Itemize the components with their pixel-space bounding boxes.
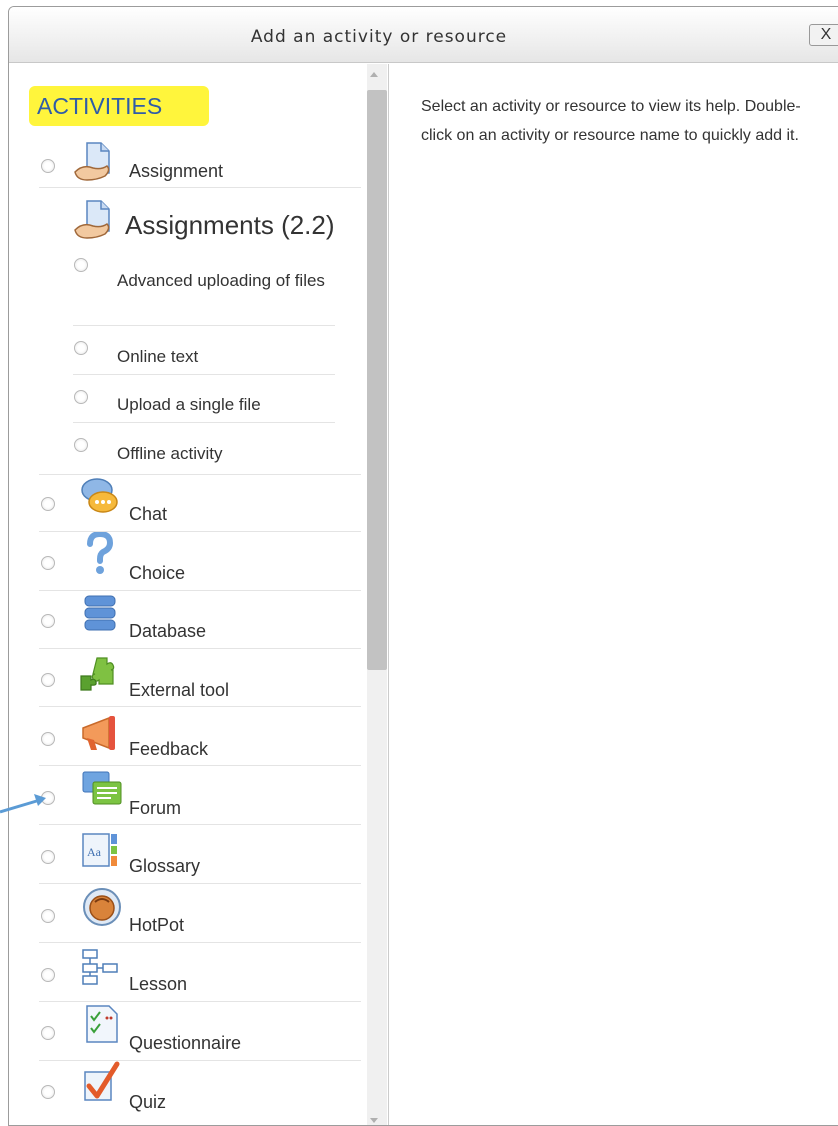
feedback-icon (82, 716, 115, 750)
radio-upload-single-file[interactable] (74, 390, 88, 404)
advanced-uploading-text: Advanced uploading of files (117, 271, 325, 290)
divider (39, 824, 361, 825)
radio-quiz[interactable] (41, 1085, 55, 1099)
radio-chat[interactable] (41, 497, 55, 511)
divider (39, 883, 361, 884)
quiz-icon (84, 1061, 120, 1101)
divider (39, 590, 361, 591)
assignment-label[interactable]: Assignment (129, 161, 223, 182)
radio-offline-activity[interactable] (74, 438, 88, 452)
choice-icon (87, 532, 114, 574)
close-button[interactable]: X (809, 24, 838, 46)
database-label[interactable]: Database (129, 621, 206, 642)
divider (39, 648, 361, 649)
divider (39, 765, 361, 766)
online-text-label[interactable]: Online text (117, 347, 198, 367)
radio-external-tool[interactable] (41, 673, 55, 687)
assignment-icon (74, 200, 110, 239)
svg-text:Aa: Aa (87, 845, 102, 859)
forum-icon (82, 771, 122, 805)
radio-assignment[interactable] (41, 159, 55, 173)
lesson-label[interactable]: Lesson (129, 974, 187, 995)
radio-glossary[interactable] (41, 850, 55, 864)
add-activity-dialog: Add an activity or resource X ACTIVITIES… (8, 6, 838, 1126)
help-text: Select an activity or resource to view i… (421, 98, 801, 144)
divider (73, 374, 335, 375)
radio-questionnaire[interactable] (41, 1026, 55, 1040)
radio-feedback[interactable] (41, 732, 55, 746)
feedback-label[interactable]: Feedback (129, 739, 208, 760)
divider (39, 942, 361, 943)
hotpot-label[interactable]: HotPot (129, 915, 184, 936)
glossary-label[interactable]: Glossary (129, 856, 200, 877)
radio-lesson[interactable] (41, 968, 55, 982)
quiz-label[interactable]: Quiz (129, 1092, 166, 1113)
lesson-icon (82, 949, 118, 985)
chat-label[interactable]: Chat (129, 504, 167, 525)
activities-heading: ACTIVITIES (29, 86, 209, 126)
scroll-down-icon[interactable] (370, 1118, 378, 1123)
questionnaire-icon (86, 1005, 118, 1043)
scroll-up-icon[interactable] (370, 72, 378, 77)
database-icon (84, 595, 116, 631)
forum-label[interactable]: Forum (129, 798, 181, 819)
dialog-titlebar: Add an activity or resource X (9, 7, 838, 63)
offline-activity-label[interactable]: Offline activity (117, 444, 223, 464)
choice-label[interactable]: Choice (129, 563, 185, 584)
assignments-group-title: Assignments (2.2) (125, 210, 335, 240)
radio-database[interactable] (41, 614, 55, 628)
assignment-icon (74, 142, 110, 181)
glossary-icon: Aa (82, 833, 117, 867)
external-tool-icon (80, 657, 115, 691)
options-scrollbar[interactable] (367, 64, 387, 1125)
divider (39, 474, 361, 475)
radio-choice[interactable] (41, 556, 55, 570)
options-panel: ACTIVITIES Assignment Assignments (2.2) … (9, 64, 389, 1125)
annotation-arrow-icon (0, 794, 46, 814)
radio-online-text[interactable] (74, 341, 88, 355)
external-tool-label[interactable]: External tool (129, 680, 229, 701)
hotpot-icon (83, 888, 121, 926)
divider (39, 706, 361, 707)
radio-hotpot[interactable] (41, 909, 55, 923)
divider (73, 325, 335, 326)
divider (39, 187, 361, 188)
dialog-title: Add an activity or resource (250, 27, 508, 47)
divider (39, 1001, 361, 1002)
questionnaire-label[interactable]: Questionnaire (129, 1033, 241, 1054)
scrollbar-thumb[interactable] (367, 90, 387, 670)
advanced-uploading-label[interactable]: Advanced uploading of files (71, 265, 331, 297)
divider (73, 422, 335, 423)
upload-single-file-label[interactable]: Upload a single file (117, 395, 261, 415)
chat-icon (81, 478, 118, 513)
